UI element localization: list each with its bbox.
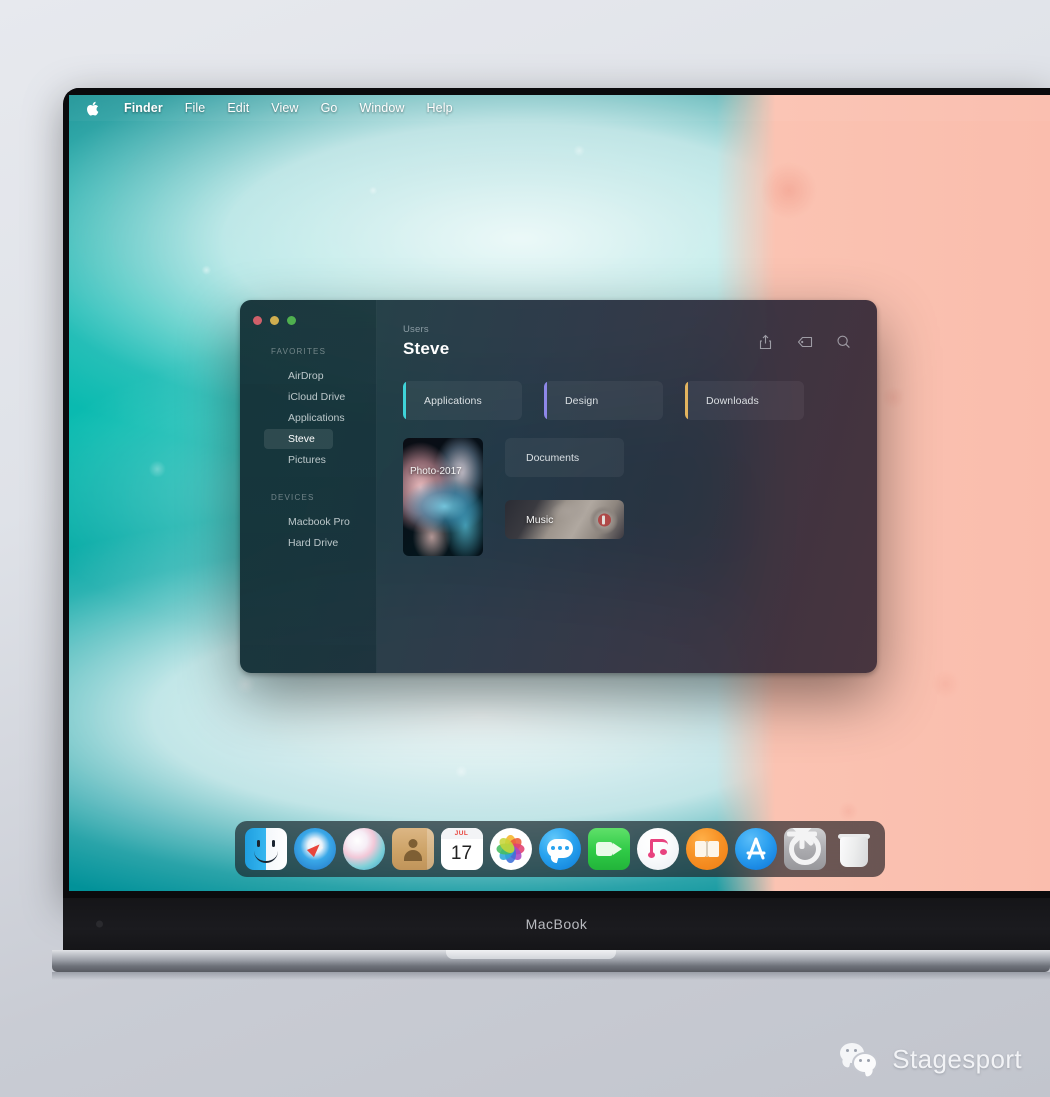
documents-card-label: Documents bbox=[526, 451, 580, 464]
tag-icon[interactable] bbox=[797, 334, 813, 350]
finder-toolbar bbox=[758, 324, 851, 350]
screen-surface: Finder File Edit View Go Window Help FAV… bbox=[69, 95, 1050, 891]
menu-item-help[interactable]: Help bbox=[416, 101, 464, 115]
calendar-icon: JUL bbox=[440, 828, 483, 839]
macbook-base-shadow bbox=[52, 972, 1050, 980]
calendar-day: 17 bbox=[450, 843, 473, 864]
contacts-icon bbox=[426, 828, 434, 870]
dock-item-itunes[interactable] bbox=[636, 828, 679, 870]
file-card-row: Photo-2017 Documents Music bbox=[403, 438, 851, 556]
breadcrumb[interactable]: Users bbox=[403, 324, 449, 335]
sidebar-section-devices: DEVICES bbox=[271, 493, 315, 502]
dock-item-calendar[interactable]: JUL 17 bbox=[440, 828, 483, 870]
folder-card-label: Design bbox=[565, 394, 599, 407]
finder-content: Users Steve Applications Design Download… bbox=[377, 300, 877, 673]
finder-window[interactable]: FAVORITES AirDrop iCloud Drive Applicati… bbox=[240, 300, 877, 673]
window-traffic-lights bbox=[240, 312, 376, 325]
dock-item-finder[interactable] bbox=[244, 828, 287, 870]
finder-title-group: Users Steve bbox=[403, 324, 449, 359]
wechat-icon bbox=[840, 1043, 880, 1075]
folder-card-design[interactable]: Design bbox=[544, 381, 663, 420]
finder-sidebar: FAVORITES AirDrop iCloud Drive Applicati… bbox=[240, 300, 377, 673]
watermark: Stagesport bbox=[840, 1043, 1022, 1075]
dock-item-trash[interactable] bbox=[833, 828, 875, 870]
macbook-chin: MacBook bbox=[63, 898, 1050, 950]
sidebar-item-steve[interactable]: Steve bbox=[264, 429, 333, 449]
ibooks-icon bbox=[694, 841, 706, 857]
minimize-button[interactable] bbox=[270, 316, 279, 325]
close-button[interactable] bbox=[253, 316, 262, 325]
sidebar-item-pictures[interactable]: Pictures bbox=[264, 450, 368, 470]
sidebar-item-icloud-drive[interactable]: iCloud Drive bbox=[264, 387, 368, 407]
dock-item-appstore[interactable] bbox=[734, 828, 777, 870]
accent-bar-downloads bbox=[685, 381, 688, 420]
menu-item-finder[interactable]: Finder bbox=[113, 101, 174, 115]
dock-item-contacts[interactable] bbox=[391, 828, 434, 870]
menu-item-go[interactable]: Go bbox=[310, 101, 349, 115]
sidebar-section-favorites: FAVORITES bbox=[271, 347, 327, 356]
photo-thumbnail-card[interactable]: Photo-2017 bbox=[403, 438, 483, 556]
menu-item-window[interactable]: Window bbox=[348, 101, 415, 115]
watermark-text: Stagesport bbox=[892, 1043, 1022, 1074]
appstore-icon bbox=[746, 837, 765, 860]
folder-card-downloads[interactable]: Downloads bbox=[685, 381, 804, 420]
headphones-icon bbox=[598, 513, 611, 526]
menu-bar: Finder File Edit View Go Window Help bbox=[69, 95, 1050, 121]
macbook-base bbox=[52, 950, 1050, 972]
menu-item-edit[interactable]: Edit bbox=[216, 101, 260, 115]
file-card-column: Documents Music bbox=[505, 438, 624, 539]
display-bezel-top bbox=[63, 88, 1050, 95]
folder-card-applications[interactable]: Applications bbox=[403, 381, 522, 420]
dock-item-photos[interactable] bbox=[489, 828, 532, 870]
ambient-sensor-icon bbox=[96, 920, 103, 928]
folder-card-row: Applications Design Downloads bbox=[403, 381, 851, 420]
device-label: MacBook bbox=[525, 916, 588, 932]
page-title: Steve bbox=[403, 339, 450, 358]
share-icon[interactable] bbox=[758, 334, 773, 350]
sidebar-item-macbook-pro[interactable]: Macbook Pro bbox=[264, 512, 368, 532]
dock-item-system-preferences[interactable] bbox=[783, 828, 826, 870]
folder-card-label: Applications bbox=[424, 394, 482, 407]
finder-header: Users Steve bbox=[403, 324, 851, 359]
dock-item-siri[interactable] bbox=[342, 828, 385, 870]
apple-logo-icon[interactable] bbox=[85, 100, 99, 116]
accent-bar-applications bbox=[403, 381, 406, 420]
photo-card-label: Photo-2017 bbox=[410, 466, 462, 477]
maximize-button[interactable] bbox=[287, 316, 296, 325]
folder-card-documents[interactable]: Documents bbox=[505, 438, 624, 477]
facetime-icon bbox=[595, 842, 613, 856]
accent-bar-design bbox=[544, 381, 547, 420]
macbook-base-notch bbox=[446, 950, 617, 959]
sidebar-item-applications[interactable]: Applications bbox=[264, 408, 368, 428]
finder-icon bbox=[256, 840, 260, 847]
music-card[interactable]: Music bbox=[505, 500, 624, 539]
dock: JUL 17 bbox=[234, 821, 885, 877]
macbook-display: Finder File Edit View Go Window Help FAV… bbox=[63, 88, 1050, 898]
screenshot-root: Finder File Edit View Go Window Help FAV… bbox=[0, 0, 1050, 1097]
search-icon[interactable] bbox=[836, 334, 851, 350]
sidebar-item-hard-drive[interactable]: Hard Drive bbox=[264, 533, 368, 553]
folder-card-label: Downloads bbox=[706, 394, 759, 407]
dock-item-ibooks[interactable] bbox=[685, 828, 728, 870]
dock-item-messages[interactable] bbox=[538, 828, 581, 870]
menu-item-file[interactable]: File bbox=[174, 101, 217, 115]
dock-item-facetime[interactable] bbox=[587, 828, 630, 870]
music-card-label: Music bbox=[526, 513, 554, 526]
menu-item-view[interactable]: View bbox=[260, 101, 309, 115]
dock-item-safari[interactable] bbox=[293, 828, 336, 870]
sidebar-item-airdrop[interactable]: AirDrop bbox=[264, 366, 368, 386]
